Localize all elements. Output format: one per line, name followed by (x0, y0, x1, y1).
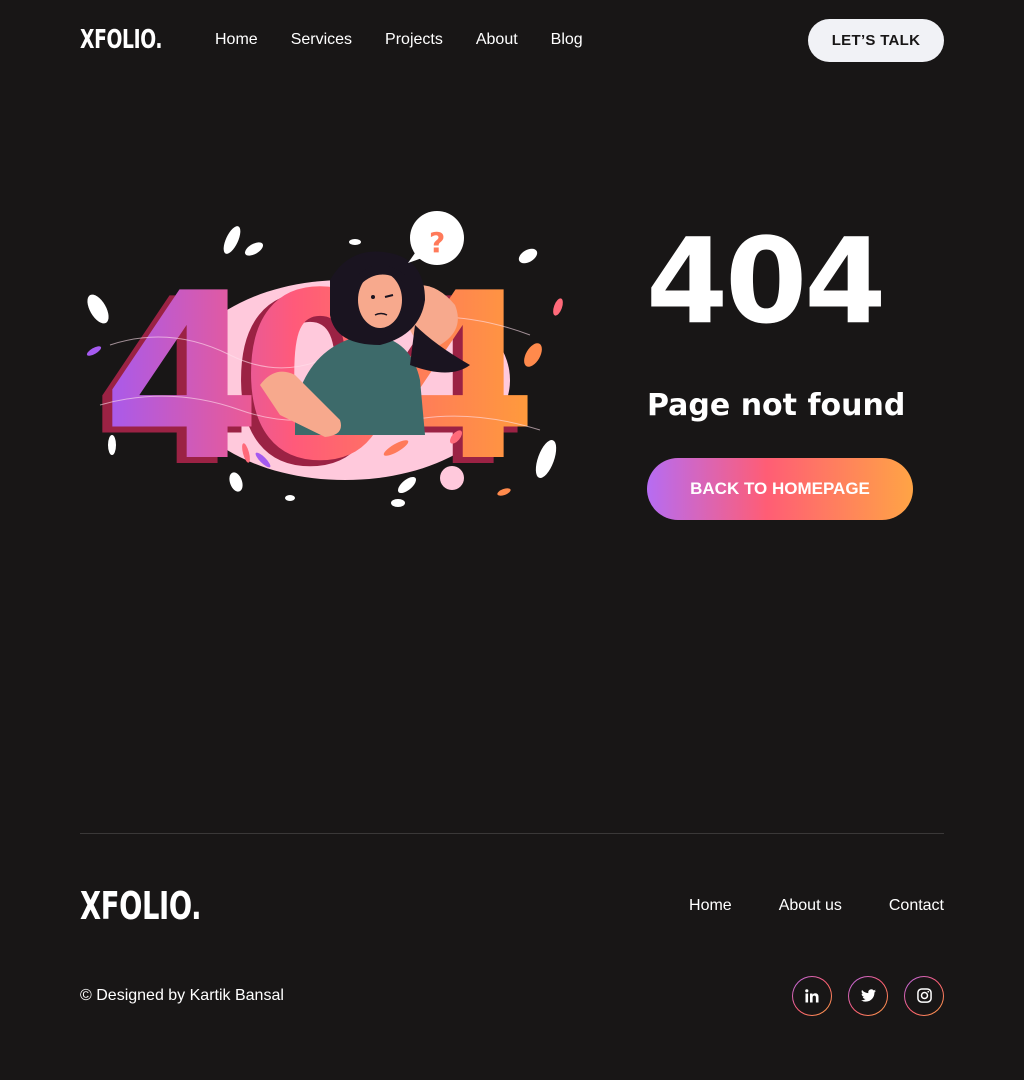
lets-talk-button[interactable]: LET’S TALK (808, 18, 944, 62)
instagram-link[interactable] (904, 976, 944, 1016)
nav-blog[interactable]: Blog (551, 31, 583, 49)
nav-home[interactable]: Home (215, 31, 258, 49)
linkedin-icon (805, 988, 819, 1003)
footer-bottom-row: © Designed by Kartik Bansal (80, 975, 944, 1016)
site-header: XFOLIO. Home Services Projects About Blo… (80, 18, 944, 62)
footer-logo[interactable]: XFOLIO. (80, 884, 202, 928)
social-links (776, 976, 944, 1016)
linkedin-link[interactable] (792, 976, 832, 1016)
footer-divider (80, 833, 944, 834)
footer-nav-contact[interactable]: Contact (889, 897, 944, 915)
logo[interactable]: XFOLIO. (80, 25, 162, 55)
twitter-link[interactable] (848, 976, 888, 1016)
copyright-text: © Designed by Kartik Bansal (80, 986, 284, 1004)
footer-nav-about-us[interactable]: About us (779, 897, 842, 915)
404-illustration: 404 404 ? (80, 205, 570, 518)
footer-top-row: XFOLIO. Home About us Contact (80, 884, 944, 928)
footer-nav-home[interactable]: Home (689, 897, 732, 915)
question-mark: ? (429, 226, 445, 259)
error-code: 404 (646, 212, 886, 350)
nav-about[interactable]: About (476, 31, 518, 49)
back-to-homepage-button[interactable]: BACK TO HOMEPAGE (647, 458, 913, 520)
twitter-icon (860, 989, 876, 1002)
nav-projects[interactable]: Projects (385, 31, 443, 49)
error-message: Page not found (647, 388, 906, 423)
main-nav: Home Services Projects About Blog (215, 31, 616, 49)
instagram-icon (916, 988, 932, 1003)
nav-services[interactable]: Services (291, 31, 352, 49)
footer-nav: Home About us Contact (642, 897, 944, 915)
